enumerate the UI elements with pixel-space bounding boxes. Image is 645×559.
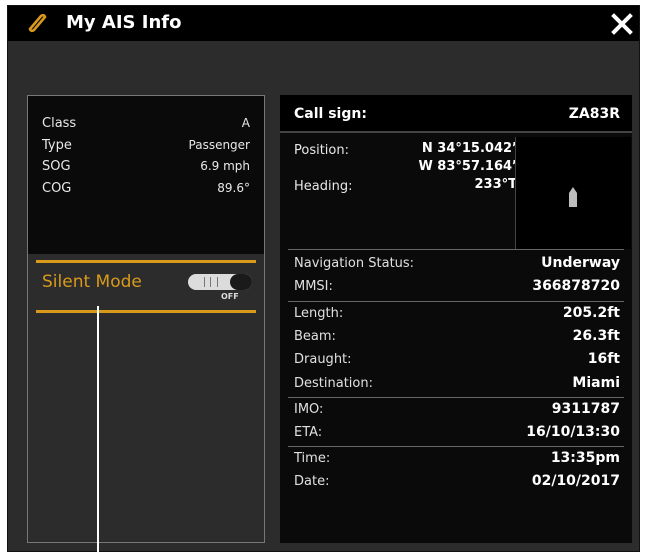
info-label: ETA: [294,425,323,440]
position-longitude: W 83°57.164’ [418,159,517,174]
tag-icon [28,13,47,33]
stat-label: SOG [42,159,71,174]
info-value: 02/10/2017 [531,473,620,489]
info-value: Underway [541,255,620,271]
ais-info-window: My AIS Info Class A Type Passenger SOG 6… [7,5,640,552]
info-label: Beam: [294,329,336,344]
info-label: Destination: [294,376,373,391]
info-label: Time: [294,451,331,466]
stat-row-type: Type Passenger [42,138,250,158]
vessel-icon [569,187,577,207]
silent-mode-state: OFF [221,292,239,301]
info-value: 9311787 [551,401,620,417]
accent-divider-bottom [36,310,256,313]
info-row-navigation-status: Navigation Status: Underway [280,253,632,277]
info-value: 13:35pm [550,450,620,466]
section-divider [288,446,624,447]
stat-row-cog: COG 89.6° [42,181,250,201]
info-row-length: Length: 205.2ft [280,303,632,327]
section-divider [288,301,624,302]
info-row-eta: ETA: 16/10/13:30 [280,422,632,446]
info-label: MMSI: [294,279,333,294]
info-label: IMO: [294,402,324,417]
info-value: 16/10/13:30 [526,424,620,440]
vessel-stats-box: Class A Type Passenger SOG 6.9 mph COG 8… [28,96,264,254]
info-value: 26.3ft [572,328,620,344]
info-value: 366878720 [532,278,620,294]
call-sign-label: Call sign: [294,106,367,122]
section-divider [288,249,624,250]
call-sign-value: ZA83R [568,106,620,122]
stat-row-sog: SOG 6.9 mph [42,159,250,179]
window-title: My AIS Info [66,12,182,33]
info-value: 205.2ft [562,305,620,321]
info-row-time: Time: 13:35pm [280,448,632,472]
toggle-grip [204,277,218,287]
toggle-knob [230,274,252,290]
close-icon[interactable] [610,12,634,36]
stat-value: A [241,116,250,130]
info-value: 16ft [587,351,620,367]
info-row-draught: Draught: 16ft [280,349,632,373]
call-sign-bar: Call sign: ZA83R [280,95,632,133]
stat-value: 6.9 mph [200,159,250,173]
position-label: Position: [294,143,349,158]
info-label: Date: [294,474,330,489]
info-label: Navigation Status: [294,256,415,271]
info-row-imo: IMO: 9311787 [280,399,632,423]
title-bar: My AIS Info [8,6,639,41]
position-latitude: N 34°15.042’ [421,141,517,156]
heading-label: Heading: [294,179,353,194]
vessel-summary-panel: Class A Type Passenger SOG 6.9 mph COG 8… [27,95,265,543]
section-divider [288,397,624,398]
vessel-preview [515,137,631,249]
stat-label: Class [42,116,77,131]
info-value: Miami [572,375,620,391]
info-row-date: Date: 02/10/2017 [280,471,632,495]
stat-label: COG [42,181,72,196]
info-row-mmsi: MMSI: 366878720 [280,276,632,300]
vessel-details-panel: Call sign: ZA83R Position: N 34°15.042’ … [280,95,632,543]
stat-row-class: Class A [42,116,250,136]
accent-divider-top [36,260,256,263]
stat-value: Passenger [188,138,250,152]
info-row-beam: Beam: 26.3ft [280,326,632,350]
callout-line [97,306,99,559]
info-label: Draught: [294,352,352,367]
stat-value: 89.6° [217,181,250,195]
silent-mode-label: Silent Mode [42,272,142,292]
stat-label: Type [42,138,72,153]
info-label: Length: [294,306,344,321]
info-row-destination: Destination: Miami [280,373,632,397]
heading-value: 233°T [474,177,517,192]
silent-mode-toggle[interactable] [188,274,252,290]
